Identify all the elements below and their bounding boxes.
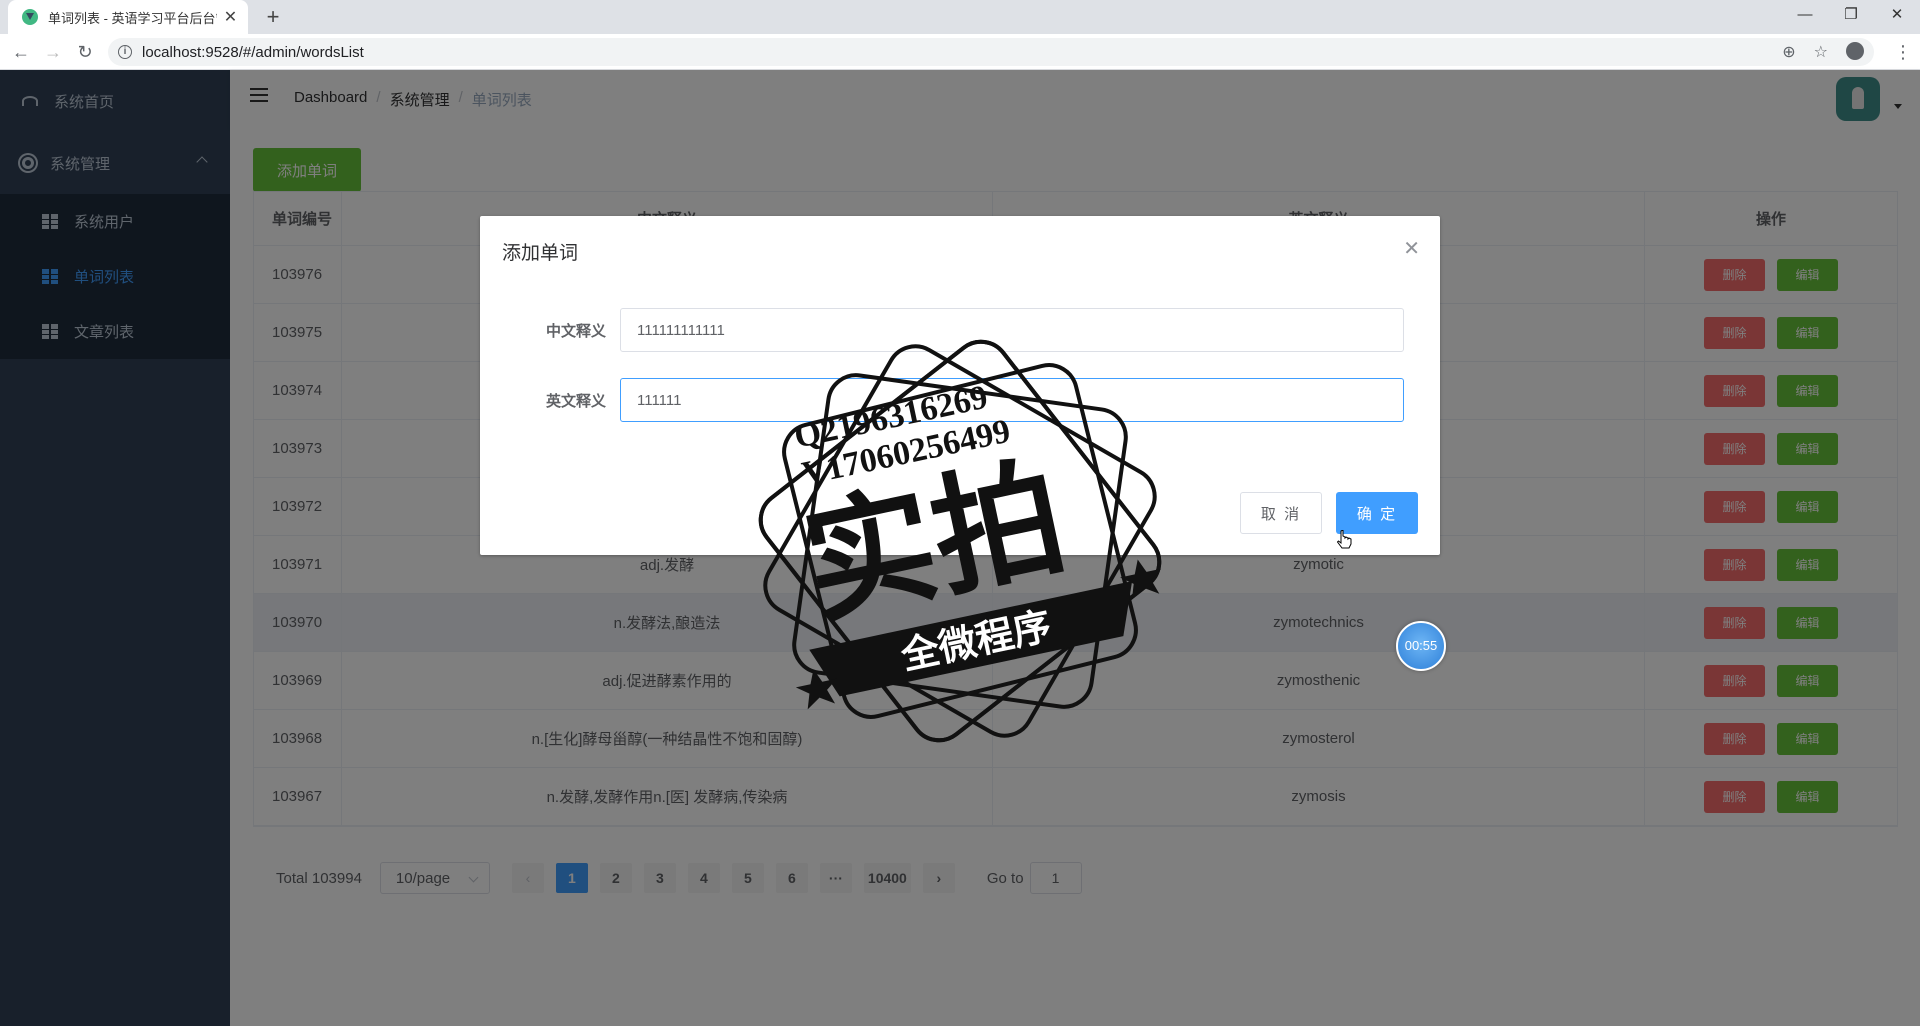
bookmark-star-icon[interactable]: ☆ — [1814, 42, 1828, 62]
window-controls: — ❐ ✕ — [1782, 0, 1920, 34]
minimize-button[interactable]: — — [1782, 0, 1828, 30]
account-icon[interactable] — [1846, 42, 1864, 60]
cancel-button[interactable]: 取 消 — [1240, 492, 1322, 534]
restore-button[interactable]: ❐ — [1828, 0, 1874, 30]
back-arrow-icon[interactable]: ← — [8, 39, 34, 65]
url-bar[interactable]: i localhost:9528/#/admin/wordsList ⊕ ☆ — [108, 38, 1874, 66]
form-row-cn: 中文释义 — [480, 308, 1440, 352]
tab-close-icon[interactable]: ✕ — [223, 7, 238, 27]
en-label: 英文释义 — [545, 392, 606, 410]
window-close-button[interactable]: ✕ — [1874, 0, 1920, 30]
browser-tabbar: 单词列表 - 英语学习平台后台管理 ✕ + — ❐ ✕ — [0, 0, 1920, 34]
browser-address-bar: ← → ↻ i localhost:9528/#/admin/wordsList… — [0, 34, 1920, 70]
dialog-title: 添加单词 — [502, 243, 579, 264]
mouse-cursor-icon — [1337, 530, 1352, 549]
cn-label: 中文释义 — [545, 322, 606, 340]
confirm-button[interactable]: 确 定 — [1336, 492, 1418, 534]
browser-tab[interactable]: 单词列表 - 英语学习平台后台管理 ✕ — [8, 0, 248, 34]
forward-arrow-icon[interactable]: → — [40, 39, 66, 65]
new-tab-button[interactable]: + — [260, 4, 286, 30]
vue-favicon-icon — [22, 9, 38, 25]
zoom-icon[interactable]: ⊕ — [1782, 42, 1795, 62]
en-meaning-input[interactable] — [620, 378, 1404, 422]
cn-meaning-input[interactable] — [620, 308, 1404, 352]
info-icon[interactable]: i — [118, 45, 132, 59]
close-icon[interactable]: ✕ — [1403, 236, 1420, 261]
browser-menu-icon[interactable]: ⋮ — [1894, 40, 1912, 64]
url-text[interactable]: localhost:9528/#/admin/wordsList — [142, 44, 364, 61]
reload-icon[interactable]: ↻ — [72, 39, 98, 65]
tab-title: 单词列表 - 英语学习平台后台管理 — [48, 10, 217, 26]
recording-timer: 00:55 — [1396, 621, 1446, 671]
form-row-en: 英文释义 — [480, 378, 1440, 422]
add-word-dialog: 添加单词 ✕ 中文释义 英文释义 取 消 确 定 — [480, 216, 1440, 555]
